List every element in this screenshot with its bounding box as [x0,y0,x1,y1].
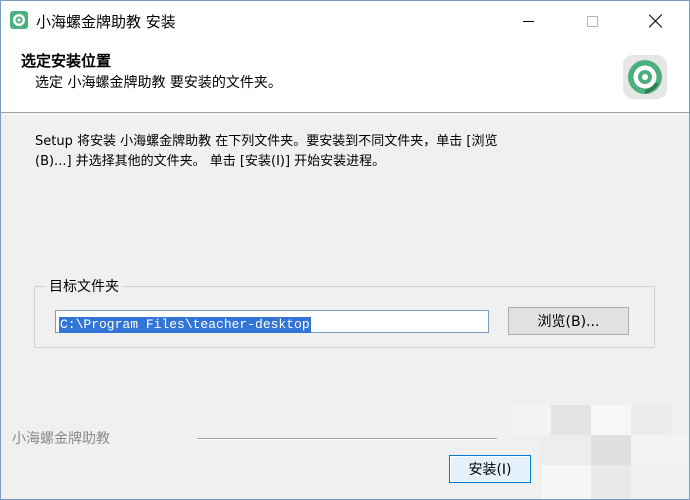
instructions-text: Setup 将安装 小海螺金牌助教 在下列文件夹。要安装到不同文件夹，单击 [浏… [35,132,655,172]
page-subtitle: 选定 小海螺金牌助教 要安装的文件夹。 [35,75,282,91]
header-divider [1,114,689,115]
redaction-mosaic [631,435,689,465]
app-logo-icon [10,11,28,29]
redaction-mosaic [591,465,631,499]
instructions-line-1: Setup 将安装 小海螺金牌助教 在下列文件夹。要安装到不同文件夹，单击 [浏… [35,134,498,149]
installer-window: 小海螺金牌助教 安装 选定安装位置 选定 小海螺金牌助教 要安装的文件夹。 Se… [0,0,690,500]
instructions-line-2: (B)...] 并选择其他的文件夹。 单击 [安装(I)] 开始安装进程。 [35,154,386,169]
redaction-mosaic [591,405,631,435]
install-path-input[interactable]: C:\Program Files\teacher-desktop [55,310,489,333]
redaction-mosaic [591,435,631,465]
install-path-value: C:\Program Files\teacher-desktop [59,317,311,333]
maximize-button[interactable] [569,1,615,41]
redaction-mosaic [541,465,591,499]
app-logo-icon [623,55,667,99]
title-bar[interactable]: 小海螺金牌助教 安装 [1,1,689,41]
minimize-icon [522,20,534,22]
destination-folder-label: 目标文件夹 [45,276,123,296]
redaction-mosaic [541,435,591,465]
browse-button[interactable]: 浏览(B)... [508,307,629,335]
maximize-icon [586,15,598,27]
redaction-mosaic [631,465,689,499]
footer-divider-highlight [197,439,497,440]
close-button[interactable] [633,1,679,41]
brand-label: 小海螺金牌助教 [12,431,110,447]
window-title: 小海螺金牌助教 安装 [36,13,176,31]
install-button[interactable]: 安装(I) [449,455,531,483]
redaction-mosaic [551,405,591,435]
close-icon [649,14,663,28]
page-title: 选定安装位置 [21,52,112,70]
page-header: 选定安装位置 选定 小海螺金牌助教 要安装的文件夹。 [1,41,689,113]
redaction-mosaic [511,405,551,435]
redaction-mosaic [631,405,671,435]
minimize-button[interactable] [505,1,551,41]
